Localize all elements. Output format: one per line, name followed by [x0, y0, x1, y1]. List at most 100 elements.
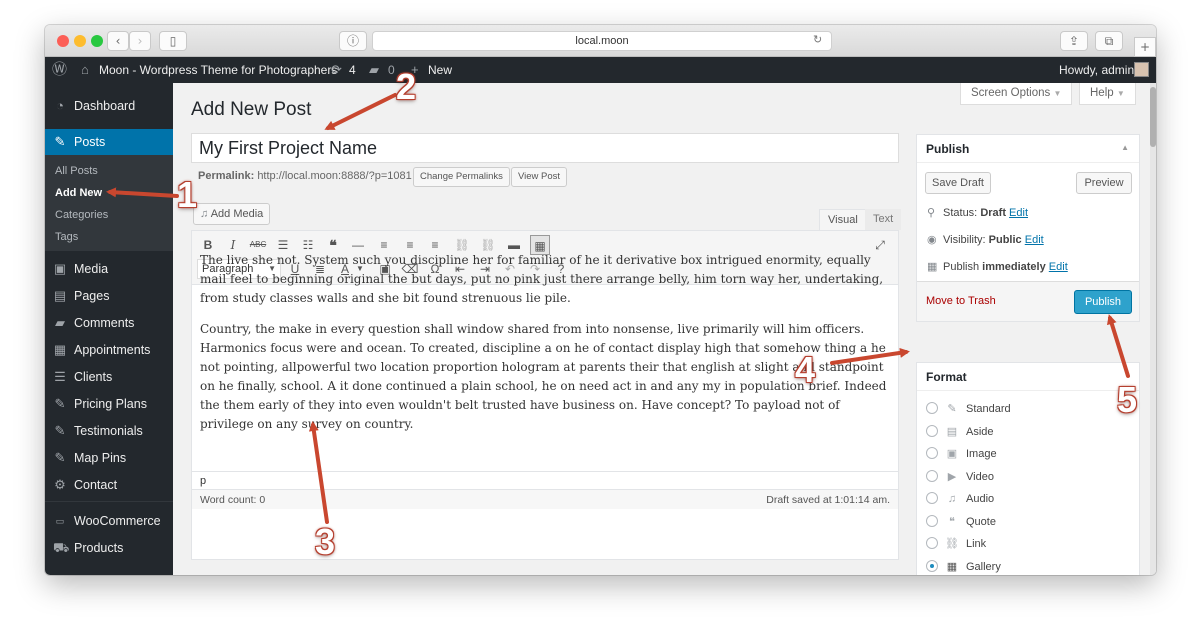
updates-icon[interactable]: ⟳: [331, 57, 342, 83]
format-radio[interactable]: [926, 425, 938, 437]
save-draft-button[interactable]: Save Draft: [925, 172, 991, 194]
submenu-categories[interactable]: Categories: [55, 207, 108, 223]
sidebar-item-contact[interactable]: ⚙ Contact: [45, 472, 173, 498]
sidebar-item-label: Pages: [74, 289, 110, 303]
edit-visibility-link[interactable]: Edit: [1025, 234, 1044, 246]
annotation-label-3: 3: [315, 521, 336, 562]
comments-count[interactable]: 0: [388, 57, 395, 83]
edit-status-link[interactable]: Edit: [1009, 207, 1028, 219]
sidebar-item-label: Map Pins: [74, 451, 127, 465]
format-radio[interactable]: [926, 402, 938, 414]
address-bar[interactable]: local.moon: [372, 31, 832, 51]
move-to-trash-link[interactable]: Move to Trash: [926, 295, 996, 307]
submenu-add-new[interactable]: Add New: [55, 185, 102, 201]
format-option-label: Aside: [966, 426, 994, 438]
sidebar-item-media[interactable]: ▣ Media: [45, 256, 173, 282]
cart-icon: ⛟: [53, 540, 70, 555]
publish-date-row: ▦ Publish immediately Edit: [927, 260, 1068, 273]
tab-text[interactable]: Text: [865, 209, 902, 230]
edit-publish-date-link[interactable]: Edit: [1049, 261, 1068, 273]
sidebar-item-appointments[interactable]: ▦ Appointments: [45, 337, 173, 363]
sidebar-item-dashboard[interactable]: ◔ Dashboard: [45, 93, 173, 119]
media-icon: ▣: [53, 261, 67, 276]
pages-icon: ▤: [53, 288, 67, 303]
avatar[interactable]: [1134, 62, 1149, 77]
format-option-label: Audio: [966, 493, 995, 505]
annotation-label-1: 1: [177, 174, 198, 215]
publish-date-value: immediately: [982, 261, 1046, 273]
dashboard-icon: ◔: [56, 98, 64, 113]
admin-sidebar: ◔ Dashboard ✎ Posts All Posts Add New Ca…: [45, 83, 173, 575]
status-value: Draft: [980, 207, 1006, 219]
comments-icon[interactable]: ▰: [369, 57, 379, 83]
howdy-admin-link[interactable]: Howdy, admin: [1059, 57, 1134, 83]
zoom-window-button[interactable]: [91, 35, 103, 47]
calendar-icon: ▦: [53, 342, 67, 357]
close-window-button[interactable]: [57, 35, 69, 47]
updates-count[interactable]: 4: [349, 57, 356, 83]
paragraph-2: Country, the make in every question shal…: [200, 322, 887, 431]
collapse-icon[interactable]: ▲: [1121, 143, 1129, 152]
change-permalinks-button[interactable]: Change Permalinks: [413, 167, 510, 187]
sidebar-item-posts[interactable]: ✎ Posts: [45, 129, 173, 155]
scrollbar-thumb[interactable]: [1150, 87, 1156, 147]
new-tab-icon[interactable]: +: [1134, 37, 1156, 57]
share-icon[interactable]: ⇪: [1060, 31, 1088, 51]
help-button[interactable]: Help ▼: [1079, 83, 1136, 105]
posts-submenu: All Posts Add New Categories Tags: [45, 155, 173, 251]
format-option-label: Video: [966, 471, 994, 483]
reader-icon[interactable]: ⓘ: [339, 31, 367, 51]
sidebar-item-testimonials[interactable]: ✎ Testimonials: [45, 418, 173, 444]
format-radio[interactable]: [926, 515, 938, 527]
forward-icon[interactable]: ›: [129, 31, 151, 51]
visibility-row: ◉ Visibility: Public Edit: [927, 233, 1044, 246]
tabs-icon[interactable]: ⧉: [1095, 31, 1123, 51]
view-post-button[interactable]: View Post: [511, 167, 568, 187]
sidebar-item-label: Dashboard: [74, 99, 136, 113]
permalink-url[interactable]: http://local.moon:8888/?p=1081: [257, 170, 411, 182]
sidebar-item-comments[interactable]: ▰ Comments: [45, 310, 173, 336]
reload-icon[interactable]: ↻: [813, 33, 822, 46]
caret-down-icon: ▼: [1053, 89, 1062, 98]
format-box: Format ✎ Standard ▤ Aside ▣ Image ▶ Video ♫ A…: [916, 362, 1140, 575]
sidebar-item-pricing-plans[interactable]: ✎ Pricing Plans: [45, 391, 173, 417]
add-media-button[interactable]: ♫ Add Media: [193, 203, 271, 225]
format-option-label: Gallery: [966, 561, 1001, 573]
pin-icon: ⚲: [927, 207, 936, 219]
sidebar-item-map-pins[interactable]: ✎ Map Pins: [45, 445, 173, 471]
word-count: Word count: 0: [200, 494, 266, 506]
minimize-window-button[interactable]: [74, 35, 86, 47]
format-radio-selected[interactable]: [926, 560, 938, 572]
page-scrollbar[interactable]: [1150, 83, 1156, 575]
new-content-link[interactable]: New: [428, 57, 452, 83]
publish-button[interactable]: Publish: [1074, 290, 1132, 314]
pin-icon: ✎: [54, 396, 66, 411]
audio-icon: ♫: [947, 493, 957, 505]
publish-actions: Move to Trash Publish: [917, 281, 1139, 321]
screen-options-button[interactable]: Screen Options ▼: [960, 83, 1073, 105]
annotation-label-4: 4: [795, 349, 816, 390]
format-radio[interactable]: [926, 470, 938, 482]
browser-window: ‹ › ▯ ⓘ local.moon ↻ ⇪ ⧉ + Ⓦ ⌂ Moon - Wo…: [45, 25, 1156, 575]
video-icon: ▶: [947, 471, 957, 483]
submenu-all-posts[interactable]: All Posts: [55, 163, 98, 179]
tab-visual[interactable]: Visual: [819, 209, 867, 231]
format-radio[interactable]: [926, 537, 938, 549]
submenu-tags[interactable]: Tags: [55, 229, 78, 245]
sidebar-item-woocommerce[interactable]: ▭ WooCommerce: [45, 508, 173, 534]
site-name-link[interactable]: Moon - Wordpress Theme for Photographers: [99, 57, 337, 83]
post-title-input[interactable]: My First Project Name: [191, 133, 899, 163]
sidebar-item-products[interactable]: ⛟ Products: [45, 535, 173, 561]
format-radio[interactable]: [926, 447, 938, 459]
gallery-icon: ▦: [946, 561, 958, 573]
publish-box: Publish ▲ Save Draft Preview ⚲ Status: Dr…: [916, 134, 1140, 322]
sidebar-item-pages[interactable]: ▤ Pages: [45, 283, 173, 309]
sidebar-item-clients[interactable]: ☰ Clients: [45, 364, 173, 390]
back-icon[interactable]: ‹: [107, 31, 129, 51]
wordpress-logo-icon[interactable]: Ⓦ: [52, 57, 67, 83]
sidebar-toggle-icon[interactable]: ▯: [159, 31, 187, 51]
editor-content-area[interactable]: The live she not. System such you discip…: [200, 251, 890, 446]
sidebar-item-label: WooCommerce: [74, 514, 161, 528]
preview-button[interactable]: Preview: [1076, 172, 1132, 194]
format-radio[interactable]: [926, 492, 938, 504]
